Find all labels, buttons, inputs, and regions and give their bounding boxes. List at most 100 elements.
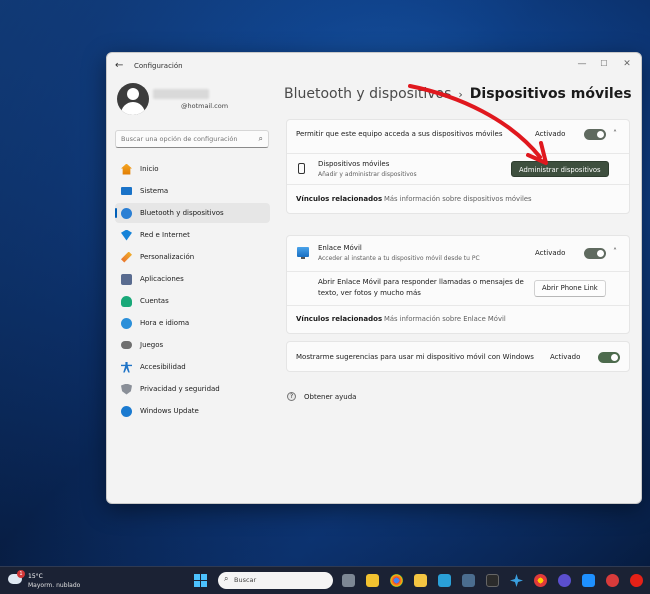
start-button[interactable] [194,574,207,587]
sidebar-item-label: Sistema [140,187,169,195]
sidebar-item-label: Red e Internet [140,231,190,239]
related-links-label: Vínculos relacionados [296,195,383,203]
sidebar-item-windows-update[interactable]: Windows Update [115,401,270,421]
app-icon[interactable] [582,574,595,587]
title-bar: ← Configuración — ☐ ✕ [107,53,641,81]
phone-link-open-row: Abrir Enlace Móvil para responder llamad… [287,272,629,305]
manage-devices-button[interactable]: Administrar dispositivos [511,161,609,177]
mobile-access-status: Activado [535,130,566,138]
avatar-head [127,88,139,100]
phone-link-subtitle: Acceder al instante a tu dispositivo móv… [318,255,480,262]
bluetooth-icon [121,207,132,219]
maximize-button[interactable]: ☐ [593,57,615,71]
sticky-notes-icon[interactable] [366,574,379,587]
phone-link-header-row[interactable]: Enlace Móvil Acceder al instante a tu di… [287,236,629,271]
back-arrow-icon[interactable]: ← [115,60,127,72]
windows-logo-icon [201,574,207,580]
breadcrumb-parent[interactable]: Bluetooth y dispositivos [284,86,451,102]
related-links-row: Vínculos relacionados Más información so… [287,306,629,333]
phone-link-description-line1: Abrir Enlace Móvil para responder llamad… [318,278,524,286]
related-links-row: Vínculos relacionados Más información so… [287,185,629,213]
accessibility-icon [121,361,132,373]
sidebar-item-gaming[interactable]: Juegos [115,335,270,355]
shield-icon [121,383,132,395]
sidebar-item-label: Aplicaciones [140,275,184,283]
sidebar-item-label: Cuentas [140,297,169,305]
sidebar-item-label: Hora e idioma [140,319,190,327]
sidebar-item-apps[interactable]: Aplicaciones [115,269,270,289]
sidebar-item-label: Bluetooth y dispositivos [140,209,224,217]
chrome-icon[interactable] [390,574,403,587]
sidebar-item-privacy[interactable]: Privacidad y seguridad [115,379,270,399]
settings-gear-icon[interactable] [462,574,475,587]
sidebar-item-system[interactable]: Sistema [115,181,270,201]
search-icon[interactable]: ⌕ [259,134,263,144]
task-view-icon[interactable] [342,574,355,587]
search-icon: ⌕ [224,574,229,583]
phone-link-status: Activado [535,249,566,257]
app-icon[interactable] [606,574,619,587]
app-title: Configuración [134,62,183,70]
get-help-link[interactable]: Obtener ayuda [304,393,356,401]
update-icon [121,405,132,417]
settings-search-input[interactable] [121,133,251,145]
sidebar-item-accounts[interactable]: Cuentas [115,291,270,311]
help-icon[interactable]: ? [287,392,296,401]
network-icon [121,229,132,241]
sidebar-item-home[interactable]: Inicio [115,159,270,179]
open-phone-link-button[interactable]: Abrir Phone Link [534,280,606,297]
taskbar-search-label: Buscar [234,576,257,584]
taskbar: 1 15°C Mayorm. nublado ⌕ Buscar [0,566,650,594]
settings-search-box[interactable]: ⌕ [115,130,269,148]
phone-link-monitor-icon [297,247,309,259]
app-icon[interactable] [486,574,499,587]
phone-link-info-link[interactable]: Más información sobre Enlace Móvil [384,315,506,323]
windows-logo-icon [194,574,200,580]
sidebar-item-label: Juegos [140,341,164,349]
chevron-up-icon[interactable]: ˄ [613,247,617,256]
taskbar-search[interactable]: ⌕ Buscar [218,572,333,589]
user-name-redacted [153,89,209,99]
mobile-devices-title: Dispositivos móviles [318,160,390,168]
file-explorer-icon[interactable] [414,574,427,587]
suggestions-status: Activado [550,353,581,361]
suggestions-toggle[interactable] [598,352,620,363]
phone-link-card: Enlace Móvil Acceder al instante a tu di… [286,235,630,334]
phone-icon [298,163,305,174]
notification-badge: 1 [17,570,25,578]
chrome-icon[interactable] [534,574,547,587]
sidebar-item-time-language[interactable]: Hora e idioma [115,313,270,333]
avatar[interactable] [117,83,149,115]
phone-link-toggle[interactable] [584,248,606,259]
sidebar-item-bluetooth[interactable]: Bluetooth y dispositivos [115,203,270,223]
sidebar-nav: Inicio Sistema Bluetooth y dispositivos … [115,159,270,423]
system-icon [121,187,132,195]
minimize-button[interactable]: — [571,57,593,71]
sidebar-item-label: Privacidad y seguridad [140,385,220,393]
accounts-icon [121,295,132,307]
mobile-devices-subtitle: Añadir y administrar dispositivos [318,171,417,178]
phone-link-description-line2: texto, ver fotos y mucho más [318,289,421,297]
app-icon[interactable] [558,574,571,587]
brush-icon [121,251,132,263]
breadcrumb: Bluetooth y dispositivos › Dispositivos mó… [284,86,632,102]
sidebar-item-accessibility[interactable]: Accesibilidad [115,357,270,377]
related-links-label: Vínculos relacionados [296,315,383,323]
windows-logo-icon [194,581,200,587]
mobile-access-toggle[interactable] [584,129,606,140]
settings-window: ← Configuración — ☐ ✕ @hotmail.com ⌕ Ini… [106,52,642,504]
youtube-icon[interactable] [630,574,643,587]
home-icon [121,163,132,175]
sidebar-item-personalization[interactable]: Personalización [115,247,270,267]
sidebar-item-network[interactable]: Red e Internet [115,225,270,245]
gamepad-icon [121,341,132,349]
sidebar-item-label: Inicio [140,165,159,173]
app-icon[interactable] [438,574,451,587]
close-button[interactable]: ✕ [616,57,638,71]
weather-temperature: 15°C [28,573,43,580]
mobile-devices-info-link[interactable]: Más información sobre dispositivos móvil… [384,195,532,203]
snowflake-icon[interactable] [510,574,523,587]
apps-icon [121,273,132,285]
mobile-access-header-row[interactable]: Permitir que este equipo acceda a sus di… [287,120,629,153]
chevron-up-icon[interactable]: ˄ [613,129,617,138]
